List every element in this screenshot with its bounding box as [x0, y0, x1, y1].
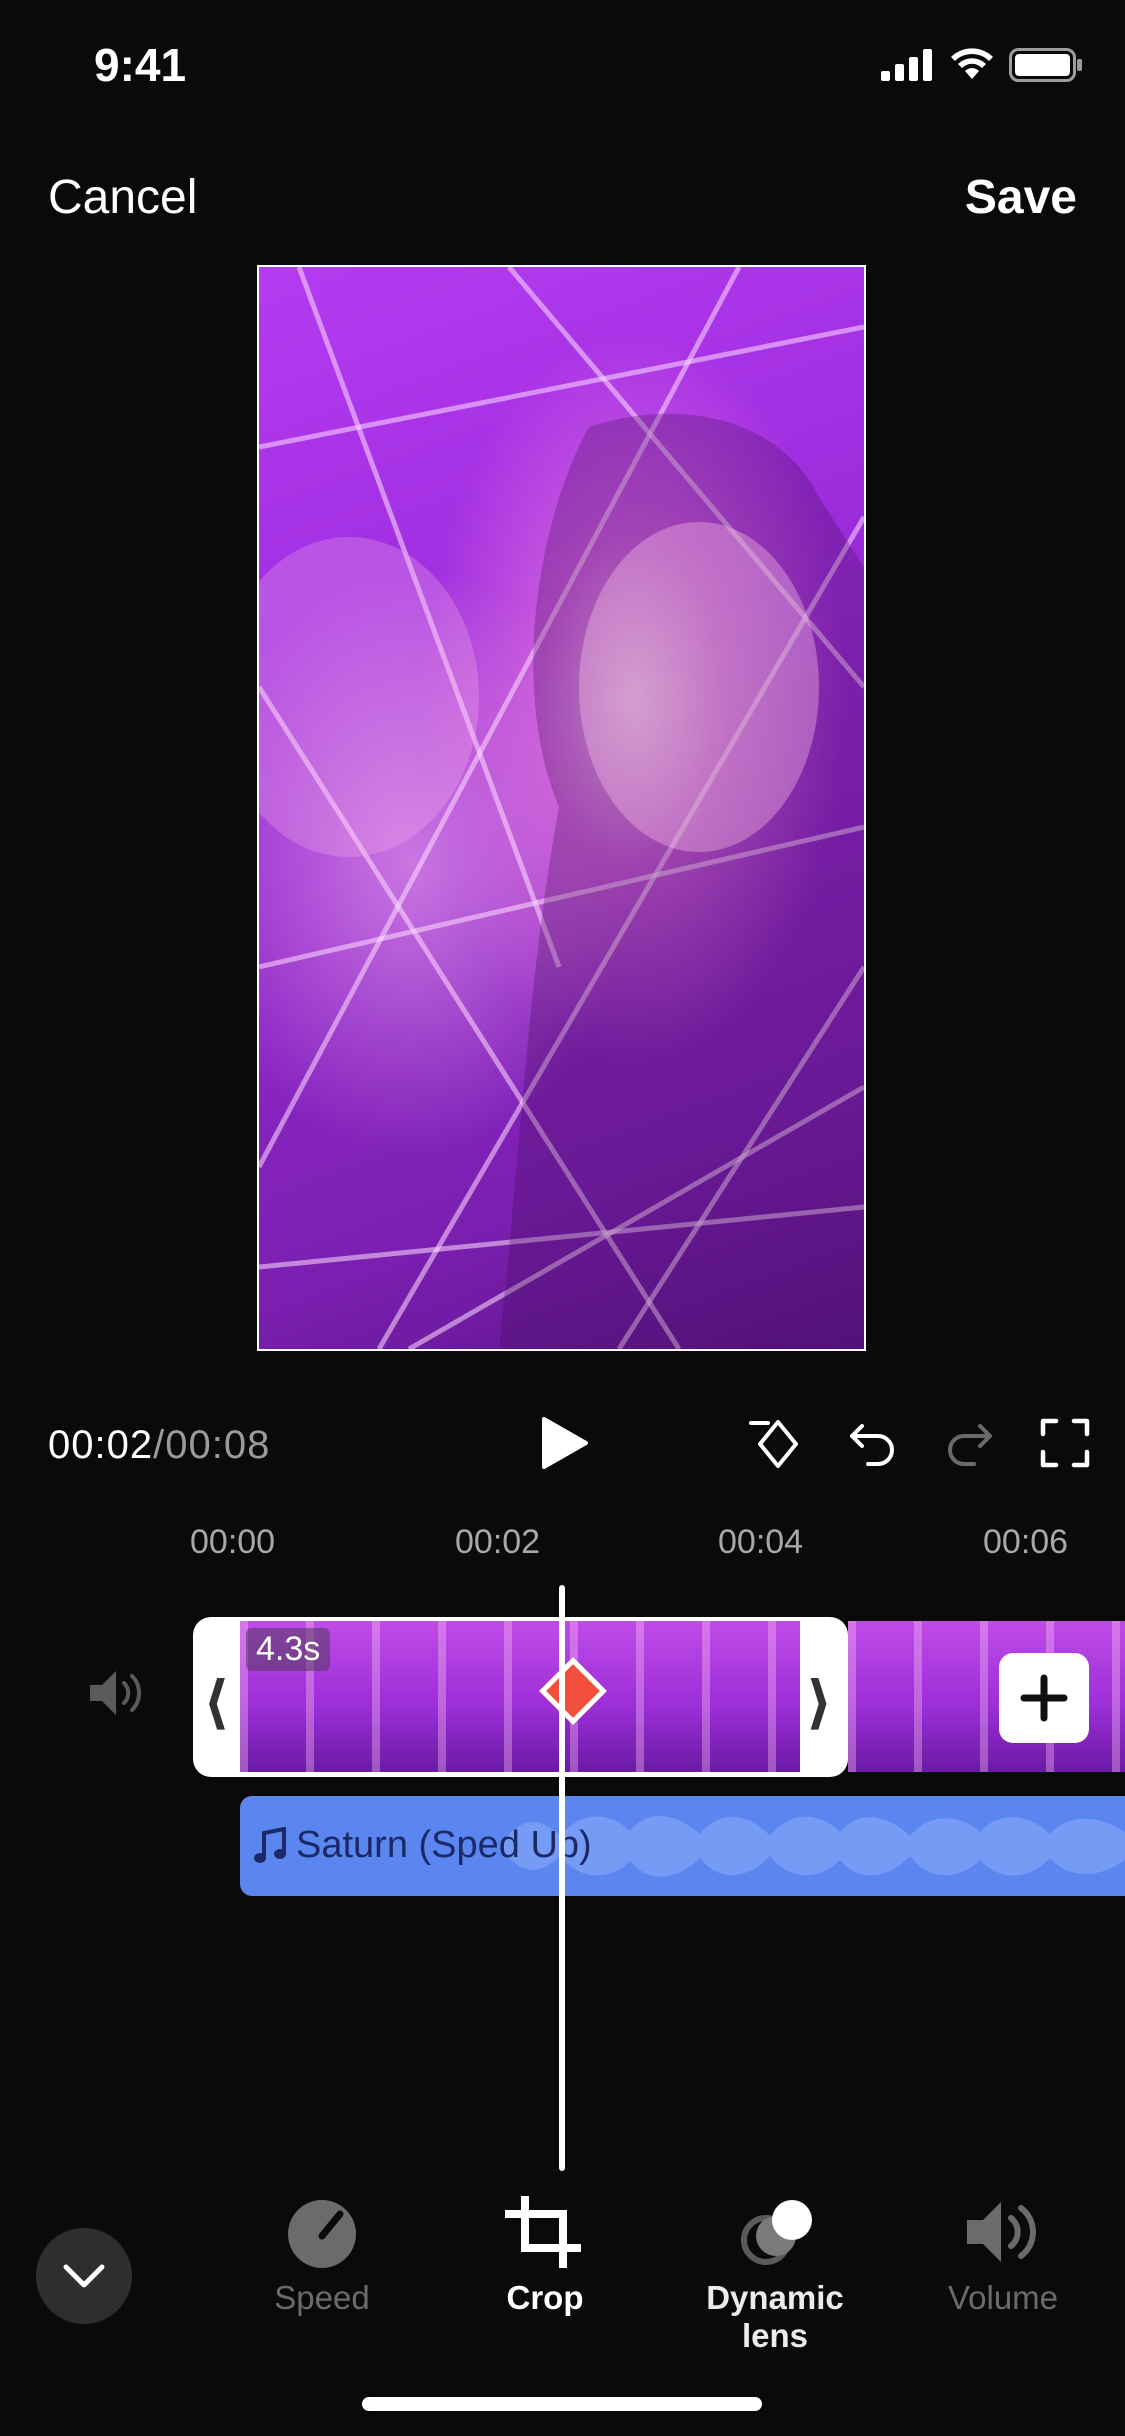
tool-dynamic-lens[interactable]: Dynamic lens [675, 2196, 875, 2355]
ruler-tick: 00:02 [455, 1523, 541, 1561]
plus-icon [1020, 1674, 1068, 1722]
ruler-tick: 00:00 [190, 1523, 276, 1561]
redo-icon [948, 1424, 992, 1466]
trim-handle-right[interactable]: ⟩ [806, 1668, 833, 1736]
save-button[interactable]: Save [965, 170, 1077, 225]
audio-track-title: Saturn (Sped Up) [296, 1824, 592, 1866]
tool-label: Crop [506, 2279, 584, 2316]
track-audio-toggle[interactable] [88, 1668, 146, 1723]
tool-volume[interactable]: Volume [903, 2196, 1103, 2317]
speaker-muted-icon [90, 1671, 142, 1715]
add-clip-button[interactable] [999, 1653, 1089, 1743]
volume-icon [967, 2202, 1036, 2262]
playhead[interactable] [559, 1585, 565, 2171]
time-separator: / [153, 1423, 166, 1467]
audio-track-label: Saturn (Sped Up) [254, 1824, 592, 1867]
trim-handle-left[interactable]: ⟨ [203, 1668, 230, 1736]
status-time: 9:41 [94, 39, 187, 91]
play-icon [542, 1417, 588, 1469]
collapse-toolbar-button[interactable] [36, 2228, 132, 2324]
play-button[interactable] [540, 1416, 590, 1475]
status-icons [881, 48, 1083, 82]
battery-icon [1009, 48, 1082, 82]
ruler-tick: 00:06 [983, 1523, 1069, 1561]
tool-label: Dynamic lens [706, 2279, 844, 2354]
fullscreen-button[interactable] [1040, 1418, 1090, 1473]
speedometer-icon [288, 2200, 356, 2268]
keyframe-button[interactable] [748, 1418, 804, 1475]
video-subject-silhouette [259, 413, 864, 1349]
wifi-icon [951, 48, 993, 79]
keyframe-add-icon [749, 1420, 798, 1468]
fullscreen-icon [1040, 1418, 1090, 1468]
dynamic-lens-icon [741, 2200, 812, 2265]
tool-crop[interactable]: Crop [445, 2194, 645, 2317]
clip-duration-badge: 4.3s [246, 1628, 331, 1671]
tool-label: Volume [947, 2279, 1059, 2316]
chevron-down-icon [63, 2264, 105, 2288]
timecode: 00:02/00:08 [48, 1423, 270, 1468]
tool-speed[interactable]: Speed [222, 2196, 422, 2317]
current-time: 00:02 [48, 1423, 154, 1467]
total-time: 00:08 [165, 1423, 271, 1467]
crop-icon [505, 2194, 581, 2270]
home-indicator[interactable] [362, 2397, 762, 2411]
cancel-button[interactable]: Cancel [48, 170, 197, 225]
video-preview[interactable] [257, 265, 866, 1351]
undo-icon [850, 1424, 894, 1466]
cellular-signal-icon [881, 49, 932, 81]
music-note-icon [254, 1826, 286, 1863]
tool-label: Speed [274, 2279, 370, 2316]
ruler-tick: 00:04 [718, 1523, 804, 1561]
undo-button[interactable] [848, 1418, 898, 1471]
redo-button[interactable] [944, 1418, 994, 1471]
